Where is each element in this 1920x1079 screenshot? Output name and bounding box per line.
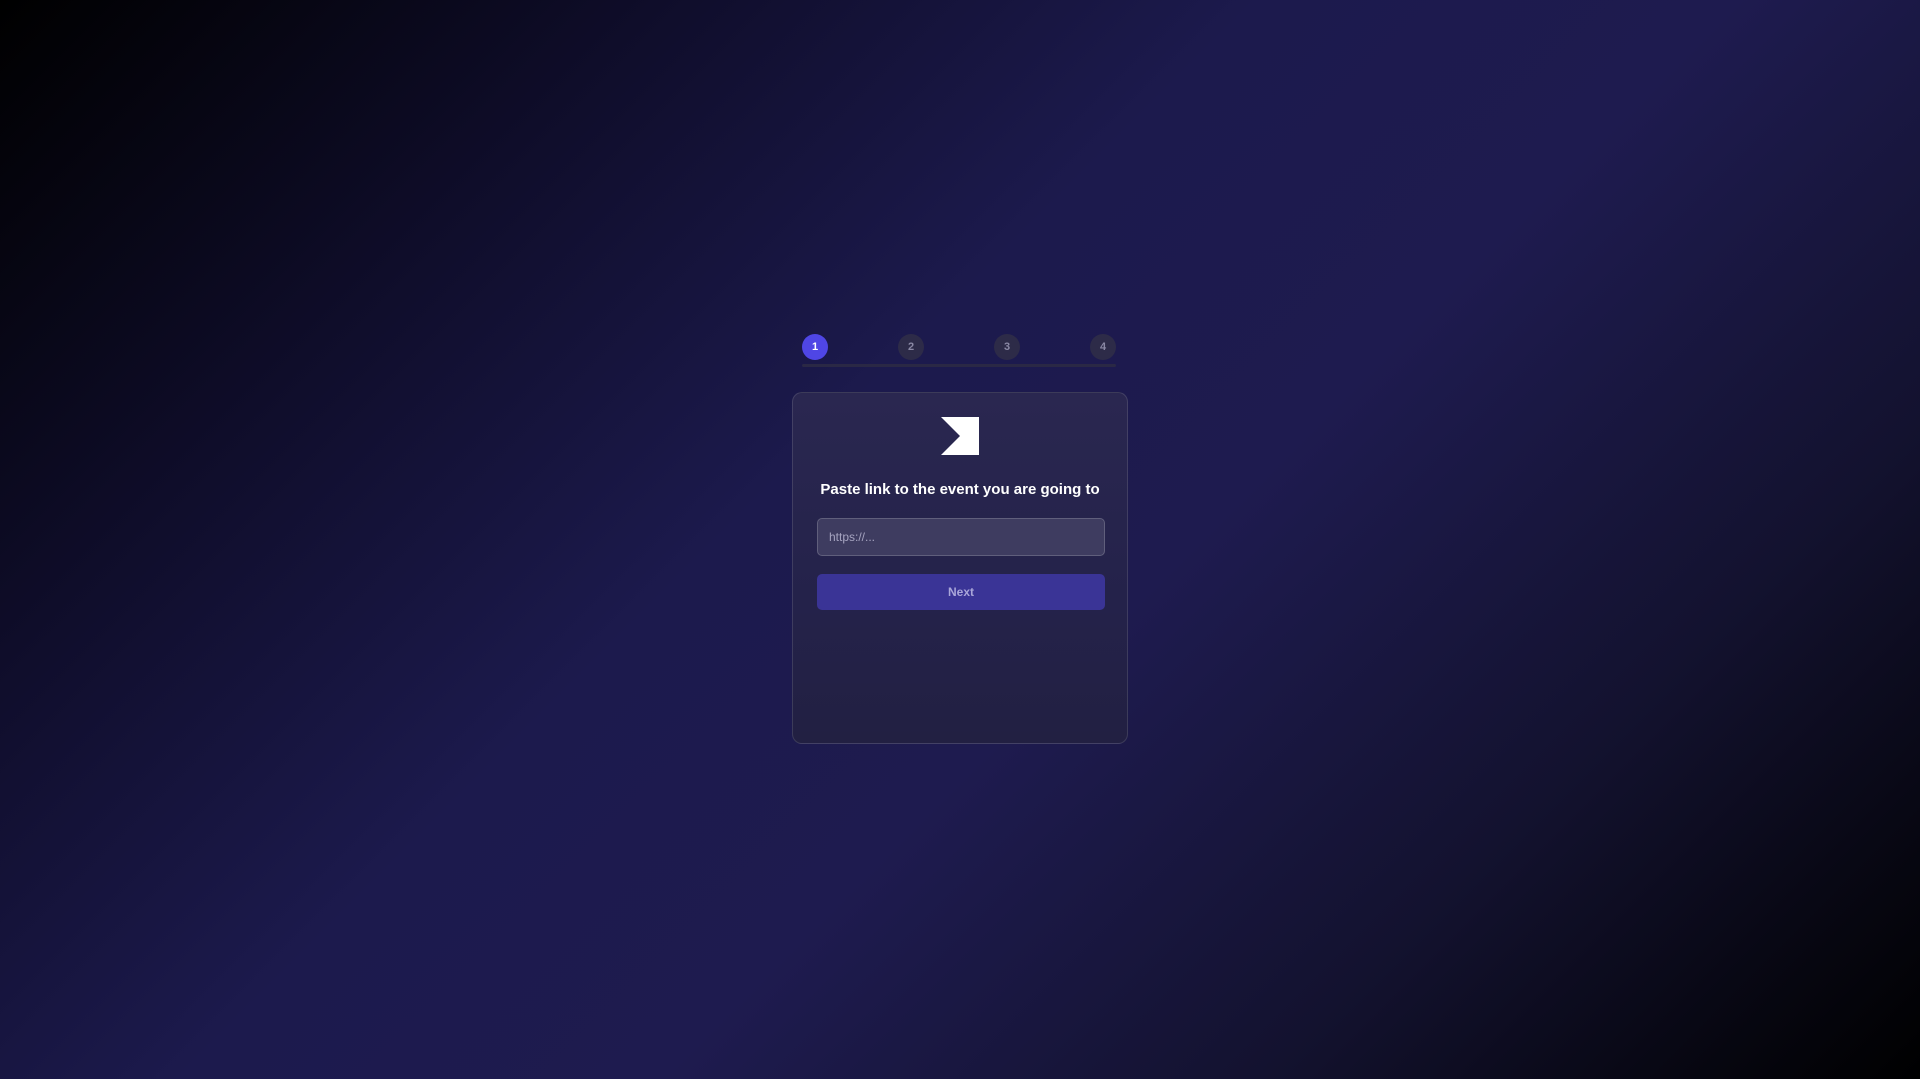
step-3[interactable]: 3 (994, 334, 1020, 360)
step-1-label: 1 (811, 341, 819, 353)
step-2-label: 2 (907, 341, 915, 353)
next-button[interactable]: Next (817, 574, 1105, 610)
step-3-label: 3 (1003, 341, 1011, 353)
step-4[interactable]: 4 (1090, 334, 1116, 360)
event-url-input[interactable] (817, 518, 1105, 556)
step-2[interactable]: 2 (898, 334, 924, 360)
stepper-track (802, 364, 1116, 367)
step-1[interactable]: 1 (802, 334, 828, 360)
card-title: Paste link to the event you are going to (820, 481, 1100, 498)
stepper: 1 2 3 4 (802, 334, 1116, 368)
flag-arrow-icon (941, 417, 979, 455)
step-4-label: 4 (1099, 341, 1107, 353)
event-link-card: Paste link to the event you are going to… (792, 392, 1128, 744)
